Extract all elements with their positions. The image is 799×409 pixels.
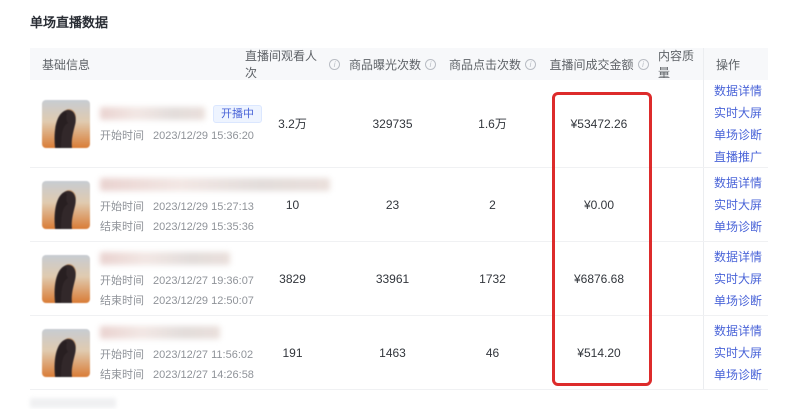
session-info: 开始时间 2023/12/27 19:36:07 结束时间 2023/12/29 1… [100, 250, 254, 308]
exposures-cell: 1463 [340, 346, 445, 360]
start-time-label: 开始时间 [100, 201, 144, 213]
streamer-avatar [42, 329, 90, 377]
header-label: 直播间成交金额 [549, 56, 633, 73]
basic-info-cell: 开始时间2023/12/29 15:27:13 结束时间2023/12/29 1… [30, 176, 245, 234]
clicks-cell: 1732 [445, 272, 540, 286]
end-time-label: 结束时间 [100, 369, 144, 381]
end-time-line: 结束时间 2023/12/29 15:35:36 [100, 218, 330, 234]
action-link-session-diagnosis[interactable]: 单场诊断 [714, 364, 768, 386]
start-time-line: 开始时间 2023/12/29 15:36:20 [100, 127, 262, 143]
action-link-realtime-screen[interactable]: 实时大屏 [714, 342, 768, 364]
session-info: 开始时间 2023/12/27 11:56:02 结束时间 2023/12/27 1… [100, 324, 254, 382]
basic-info-cell: 开始时间2023/12/27 11:56:02 结束时间2023/12/27 1… [30, 324, 245, 382]
viewers-cell: 3.2万 [245, 115, 340, 132]
header-cell: 直播间观看人次 i [245, 47, 340, 81]
start-time-label: 开始时间 [100, 275, 144, 287]
actions-cell: 数据详情实时大屏单场诊断直播推广 [703, 80, 768, 167]
action-link-data-details[interactable]: 数据详情 [714, 320, 768, 342]
header-label: 商品曝光次数 [349, 56, 421, 73]
viewers-cell: 191 [245, 346, 340, 360]
viewers-cell: 3829 [245, 272, 340, 286]
table-header-row: 基础信息 直播间观看人次 i 商品曝光次数 i 商品点击次数 i 直播间成交金额… [30, 48, 768, 80]
start-time-value: 2023/12/29 15:36:20 [153, 130, 254, 142]
basic-info-cell: 开播中 开始时间2023/12/29 15:36:20 [30, 100, 245, 148]
start-time-label: 开始时间 [100, 349, 144, 361]
actions-cell: 数据详情实时大屏单场诊断 [703, 168, 768, 241]
clicks-cell: 1.6万 [445, 115, 540, 132]
end-time-label: 结束时间 [100, 221, 144, 233]
start-time-value: 2023/12/27 19:36:07 [153, 275, 254, 287]
action-link-data-details[interactable]: 数据详情 [714, 80, 768, 102]
header-cell: 内容质量 [658, 47, 703, 81]
page-title: 单场直播数据 [0, 0, 799, 31]
exposures-cell: 23 [340, 198, 445, 212]
action-link-realtime-screen[interactable]: 实时大屏 [714, 194, 768, 216]
header-label: 操作 [716, 56, 740, 73]
end-time-value: 2023/12/27 14:26:58 [153, 369, 254, 381]
table-row: 开始时间 2023/12/27 19:36:07 结束时间 2023/12/29 1… [30, 242, 768, 316]
gmv-cell: ¥6876.68 [540, 272, 658, 286]
exposures-cell: 33961 [340, 272, 445, 286]
info-icon[interactable]: i [638, 59, 649, 70]
table-row: 开始时间 2023/12/29 15:27:13 结束时间 2023/12/29 1… [30, 168, 768, 242]
gmv-cell: ¥0.00 [540, 198, 658, 212]
header-label: 基础信息 [42, 56, 90, 73]
clicks-cell: 2 [445, 198, 540, 212]
action-link-session-diagnosis[interactable]: 单场诊断 [714, 216, 768, 238]
header-cell: 商品点击次数 i [445, 56, 540, 73]
header-cell: 基础信息 [30, 56, 245, 73]
info-icon[interactable]: i [329, 59, 340, 70]
basic-info-cell: 开始时间2023/12/27 19:36:07 结束时间2023/12/29 1… [30, 250, 245, 308]
action-link-session-diagnosis[interactable]: 单场诊断 [714, 290, 768, 312]
gmv-cell: ¥53472.26 [540, 117, 658, 131]
header-label: 商品点击次数 [449, 56, 521, 73]
header-cell: 直播间成交金额 i [540, 56, 658, 73]
end-time-value: 2023/12/29 12:50:07 [153, 295, 254, 307]
header-label: 直播间观看人次 [245, 47, 325, 81]
info-icon[interactable]: i [425, 59, 436, 70]
start-time-value: 2023/12/29 15:27:13 [153, 201, 254, 213]
header-cell: 操作 [703, 48, 768, 80]
end-time-line: 结束时间 2023/12/27 14:26:58 [100, 366, 254, 382]
end-time-label: 结束时间 [100, 295, 144, 307]
session-info: 开播中 开始时间2023/12/29 15:36:20 [100, 105, 262, 143]
table-row: 开始时间 2023/12/27 11:56:02 结束时间 2023/12/27 1… [30, 316, 768, 390]
start-time-label: 开始时间 [100, 130, 144, 142]
gmv-cell: ¥514.20 [540, 346, 658, 360]
table-row: 开播中 开始时间2023/12/29 15:36:20 3.2万 329735 … [30, 80, 768, 168]
action-link-data-details[interactable]: 数据详情 [714, 246, 768, 268]
header-cell: 商品曝光次数 i [340, 56, 445, 73]
streamer-avatar [42, 255, 90, 303]
action-link-data-details[interactable]: 数据详情 [714, 172, 768, 194]
streamer-name-redacted [100, 252, 230, 265]
streamer-avatar [42, 100, 90, 148]
exposures-cell: 329735 [340, 117, 445, 131]
action-link-realtime-screen[interactable]: 实时大屏 [714, 268, 768, 290]
viewers-cell: 10 [245, 198, 340, 212]
clicks-cell: 46 [445, 346, 540, 360]
end-time-line: 结束时间 2023/12/29 12:50:07 [100, 292, 254, 308]
start-time-line: 开始时间 2023/12/27 11:56:02 [100, 346, 254, 362]
header-label: 内容质量 [658, 47, 703, 81]
streamer-name-redacted [100, 107, 205, 120]
action-link-realtime-screen[interactable]: 实时大屏 [714, 102, 768, 124]
actions-cell: 数据详情实时大屏单场诊断 [703, 242, 768, 315]
action-link-live-promotion[interactable]: 直播推广 [714, 146, 768, 168]
action-link-session-diagnosis[interactable]: 单场诊断 [714, 124, 768, 146]
info-icon[interactable]: i [525, 59, 536, 70]
streamer-name-redacted [100, 326, 220, 339]
actions-cell: 数据详情实时大屏单场诊断 [703, 316, 768, 389]
end-time-value: 2023/12/29 15:35:36 [153, 221, 254, 233]
next-section-cutoff [30, 398, 116, 408]
table-body: 开播中 开始时间2023/12/29 15:36:20 3.2万 329735 … [30, 80, 768, 390]
streamer-name-redacted [100, 178, 330, 191]
streamer-avatar [42, 181, 90, 229]
live-data-table: 基础信息 直播间观看人次 i 商品曝光次数 i 商品点击次数 i 直播间成交金额… [30, 48, 768, 390]
page: 单场直播数据 基础信息 直播间观看人次 i 商品曝光次数 i 商品点击次数 i … [0, 0, 799, 409]
start-time-line: 开始时间 2023/12/27 19:36:07 [100, 272, 254, 288]
start-time-value: 2023/12/27 11:56:02 [153, 349, 253, 361]
